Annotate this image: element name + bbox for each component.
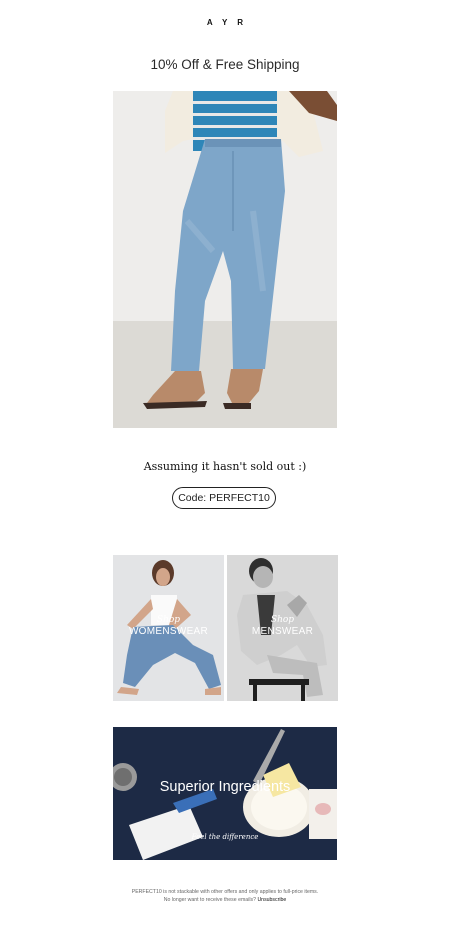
ingredients-title: Superior Ingredients — [159, 779, 291, 795]
unsubscribe-prompt: No longer want to receive these emails? — [163, 897, 256, 903]
hero-photo — [113, 91, 337, 428]
promo-headline: 10% Off & Free Shipping — [150, 57, 300, 72]
ingredients-subtitle: Feel the difference — [191, 833, 259, 841]
shop-womenswear-tile[interactable]: Shop WOMENSWEAR — [113, 555, 224, 701]
tagline-text: Assuming it hasn't sold out :) — [143, 460, 307, 473]
footer-disclaimer: PERFECT10 is not stackable with other of… — [131, 889, 319, 895]
footer-unsubscribe-line: No longer want to receive these emails? … — [0, 897, 450, 903]
promo-code-button[interactable]: Code: PERFECT10 — [172, 487, 276, 509]
shop-menswear-tile[interactable]: Shop MENSWEAR — [227, 555, 338, 701]
brand-logo[interactable]: AYR — [0, 18, 450, 27]
menswear-shop-label: Shop — [270, 615, 295, 625]
superior-ingredients-banner[interactable]: Superior Ingredients Feel the difference — [113, 727, 337, 860]
menswear-title: MENSWEAR — [251, 626, 314, 637]
unsubscribe-link[interactable]: Unsubscribe — [257, 897, 286, 903]
womenswear-title: WOMENSWEAR — [128, 626, 209, 637]
hero-image[interactable] — [113, 91, 337, 428]
womenswear-shop-label: Shop — [156, 615, 181, 625]
